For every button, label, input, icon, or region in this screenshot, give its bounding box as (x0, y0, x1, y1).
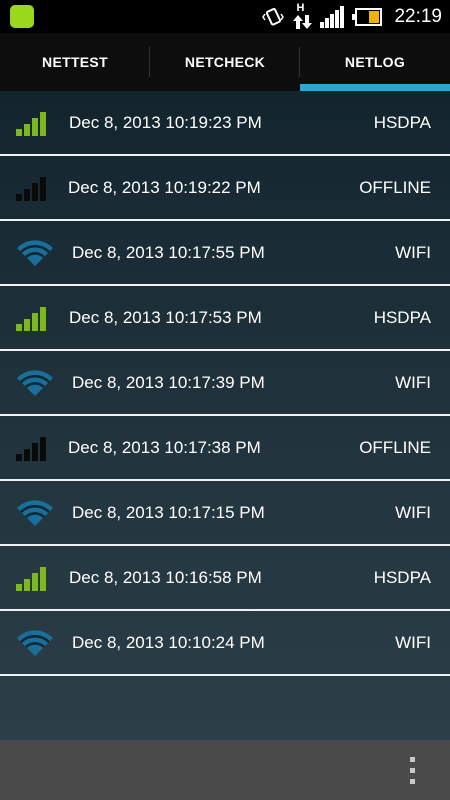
log-connection-type: WIFI (395, 502, 431, 522)
log-row[interactable]: Dec 8, 2013 10:19:22 PM OFFLINE (0, 156, 450, 221)
log-connection-type: OFFLINE (359, 177, 431, 197)
clock: 22:19 (394, 5, 442, 27)
log-row[interactable]: Dec 8, 2013 10:16:58 PM HSDPA (0, 546, 450, 611)
log-row[interactable]: Dec 8, 2013 10:17:15 PM WIFI (0, 481, 450, 546)
log-row[interactable]: Dec 8, 2013 10:17:38 PM OFFLINE (0, 416, 450, 481)
log-connection-type: HSDPA (373, 112, 431, 132)
no-signal-icon (16, 433, 54, 463)
log-row[interactable]: Dec 8, 2013 10:17:55 PM WIFI (0, 221, 450, 286)
log-connection-type: OFFLINE (359, 437, 431, 457)
tab-netcheck[interactable]: NETCHECK (150, 33, 300, 91)
log-timestamp: Dec 8, 2013 10:17:39 PM (72, 372, 265, 392)
log-row[interactable]: Dec 8, 2013 10:10:24 PM WIFI (0, 611, 450, 676)
app-notification-icon (10, 5, 34, 28)
log-timestamp: Dec 8, 2013 10:17:15 PM (72, 502, 265, 522)
tab-nettest[interactable]: NETTEST (0, 33, 150, 91)
log-timestamp: Dec 8, 2013 10:10:24 PM (72, 632, 265, 652)
signal-icon (320, 5, 345, 28)
active-tab-indicator (300, 84, 450, 91)
log-connection-type: HSDPA (373, 307, 431, 327)
tab-label: NETLOG (344, 54, 406, 70)
cell-signal-icon (16, 303, 54, 333)
log-timestamp: Dec 8, 2013 10:17:38 PM (68, 437, 261, 457)
log-timestamp: Dec 8, 2013 10:16:58 PM (69, 567, 262, 587)
log-connection-type: WIFI (395, 372, 431, 392)
log-timestamp: Dec 8, 2013 10:19:23 PM (69, 112, 262, 132)
log-row[interactable]: Dec 8, 2013 10:19:23 PM HSDPA (0, 91, 450, 156)
cell-signal-icon (16, 108, 54, 138)
log-row[interactable]: Dec 8, 2013 10:17:39 PM WIFI (0, 351, 450, 416)
wifi-icon (16, 498, 54, 528)
log-row[interactable]: Dec 8, 2013 10:17:53 PM HSDPA (0, 286, 450, 351)
tab-netlog[interactable]: NETLOG (300, 33, 450, 91)
bottom-action-bar (0, 740, 450, 800)
log-connection-type: WIFI (395, 242, 431, 262)
tab-bar: NETTEST NETCHECK NETLOG (0, 33, 450, 91)
tab-label: NETTEST (42, 54, 108, 70)
status-bar: H 22:19 (0, 0, 450, 33)
battery-icon (352, 7, 383, 26)
no-signal-icon (16, 173, 54, 203)
log-timestamp: Dec 8, 2013 10:17:55 PM (72, 242, 265, 262)
vibrate-icon (262, 6, 285, 28)
log-timestamp: Dec 8, 2013 10:19:22 PM (68, 177, 261, 197)
log-connection-type: WIFI (395, 632, 431, 652)
wifi-icon (16, 628, 54, 658)
log-connection-type: HSDPA (373, 567, 431, 587)
log-timestamp: Dec 8, 2013 10:17:53 PM (69, 307, 262, 327)
wifi-icon (16, 238, 54, 268)
status-icons: H 22:19 (262, 0, 442, 33)
wifi-icon (16, 368, 54, 398)
overflow-menu-icon[interactable] (409, 757, 417, 785)
netlog-list: Dec 8, 2013 10:19:23 PM HSDPA Dec 8, 2013 … (0, 91, 450, 676)
tab-label: NETCHECK (184, 54, 266, 70)
data-transfer-icon: H (292, 2, 313, 31)
cell-signal-icon (16, 563, 54, 593)
